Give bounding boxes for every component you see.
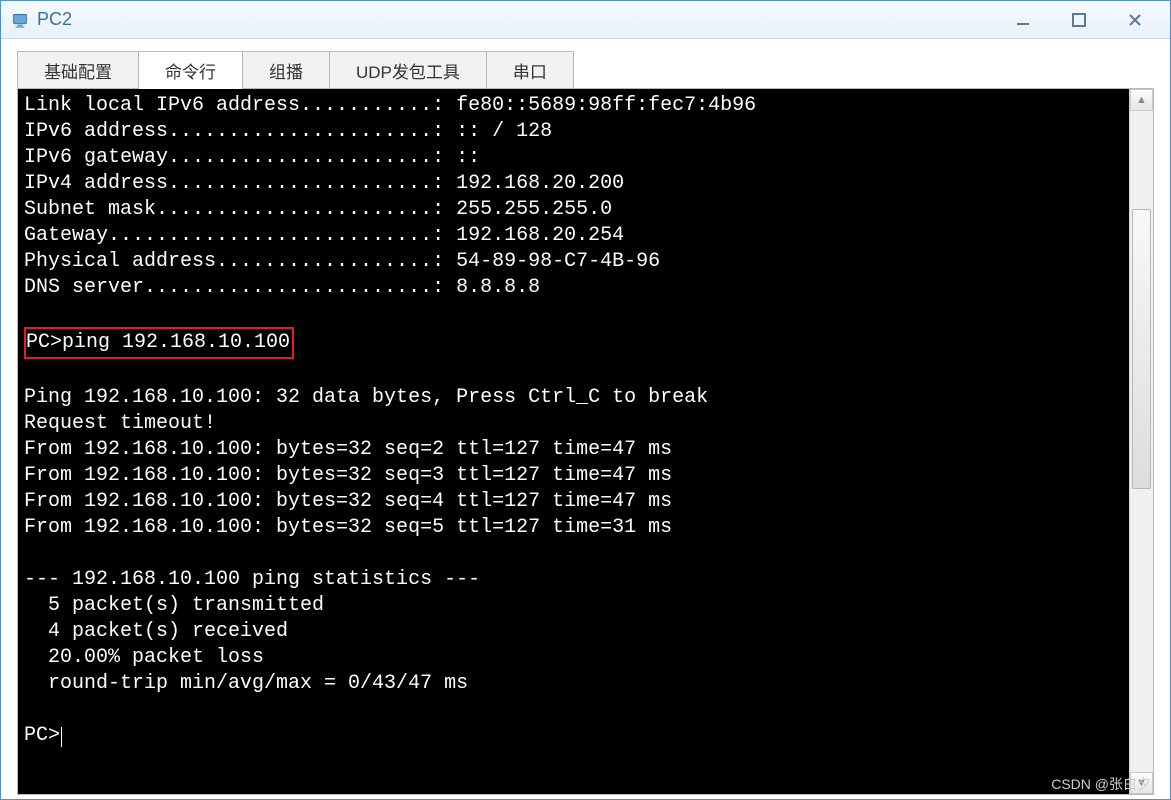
- tab-label: 命令行: [165, 58, 216, 83]
- terminal-line: From 192.168.10.100: bytes=32 seq=3 ttl=…: [24, 464, 672, 487]
- tab-label: 串口: [513, 58, 547, 83]
- terminal-line: 4 packet(s) received: [24, 620, 288, 643]
- terminal-prompt: PC>: [24, 724, 60, 747]
- app-icon: [9, 9, 31, 31]
- tab-serial[interactable]: 串口: [486, 51, 574, 89]
- terminal-line: DNS server........................: 8.8.…: [24, 276, 540, 299]
- minimize-button[interactable]: [1006, 9, 1040, 31]
- terminal-line: 20.00% packet loss: [24, 646, 264, 669]
- app-window: PC2 基础配置 命令行 组播 UDP发包工具 串口 Link local IP…: [0, 0, 1171, 800]
- terminal-line: 5 packet(s) transmitted: [24, 594, 324, 617]
- tab-label: 组播: [269, 58, 303, 83]
- tab-strip: 基础配置 命令行 组播 UDP发包工具 串口: [17, 51, 1154, 89]
- tab-label: 基础配置: [44, 58, 112, 83]
- cursor-icon: [61, 727, 62, 747]
- terminal-line: round-trip min/avg/max = 0/43/47 ms: [24, 672, 468, 695]
- titlebar[interactable]: PC2: [1, 1, 1170, 39]
- terminal-line: From 192.168.10.100: bytes=32 seq=4 ttl=…: [24, 490, 672, 513]
- terminal-line: Subnet mask.......................: 255.…: [24, 198, 612, 221]
- scroll-up-button[interactable]: ▲: [1130, 89, 1153, 111]
- terminal-line: Physical address..................: 54-8…: [24, 250, 660, 273]
- close-button[interactable]: [1118, 9, 1152, 31]
- terminal-line: From 192.168.10.100: bytes=32 seq=5 ttl=…: [24, 516, 672, 539]
- terminal-line: Ping 192.168.10.100: 32 data bytes, Pres…: [24, 386, 708, 409]
- terminal-line: IPv4 address......................: 192.…: [24, 172, 624, 195]
- tab-cli[interactable]: 命令行: [138, 51, 243, 89]
- highlighted-command: PC>ping 192.168.10.100: [24, 327, 294, 359]
- terminal-line: Request timeout!: [24, 412, 216, 435]
- maximize-button[interactable]: [1062, 9, 1096, 31]
- terminal-line: PC>ping 192.168.10.100: [26, 331, 290, 354]
- tab-udp-tool[interactable]: UDP发包工具: [329, 51, 487, 89]
- terminal-output[interactable]: Link local IPv6 address...........: fe80…: [18, 89, 1129, 794]
- vertical-scrollbar[interactable]: ▲ ▼: [1129, 89, 1153, 794]
- watermark-text: CSDN @张白夕: [1051, 774, 1151, 794]
- terminal-line: IPv6 gateway......................: ::: [24, 146, 480, 169]
- terminal-line: Link local IPv6 address...........: fe80…: [24, 94, 756, 117]
- window-controls: [1006, 9, 1152, 31]
- window-title: PC2: [37, 9, 1006, 30]
- terminal-line: IPv6 address......................: :: /…: [24, 120, 552, 143]
- scroll-thumb[interactable]: [1132, 209, 1151, 489]
- tab-basic-config[interactable]: 基础配置: [17, 51, 139, 89]
- terminal-line: Gateway...........................: 192.…: [24, 224, 624, 247]
- terminal-line: --- 192.168.10.100 ping statistics ---: [24, 568, 480, 591]
- content-area: 基础配置 命令行 组播 UDP发包工具 串口 Link local IPv6 a…: [1, 39, 1170, 799]
- terminal-container: Link local IPv6 address...........: fe80…: [17, 88, 1154, 795]
- tab-multicast[interactable]: 组播: [242, 51, 330, 89]
- tab-label: UDP发包工具: [356, 58, 460, 83]
- terminal-line: From 192.168.10.100: bytes=32 seq=2 ttl=…: [24, 438, 672, 461]
